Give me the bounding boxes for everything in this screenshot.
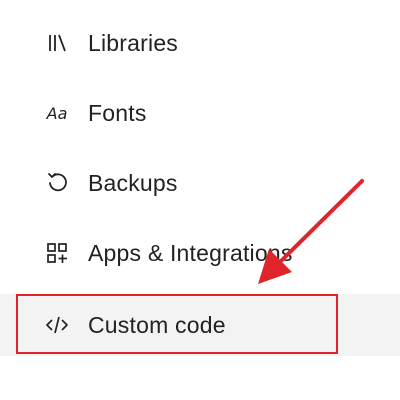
menu-item-label: Custom code xyxy=(88,311,226,338)
code-icon xyxy=(44,312,70,338)
apps-integrations-icon xyxy=(44,240,70,266)
fonts-icon: Aa xyxy=(44,100,70,126)
menu-item-label: Backups xyxy=(88,169,178,196)
menu-item-fonts[interactable]: Aa Fonts xyxy=(0,82,400,144)
menu-item-custom-code[interactable]: Custom code xyxy=(0,294,400,356)
menu-item-libraries[interactable]: Libraries xyxy=(0,12,400,74)
menu-item-apps-integrations[interactable]: Apps & Integrations xyxy=(0,222,400,284)
fonts-icon-text: Aa xyxy=(46,103,68,123)
menu-item-label: Apps & Integrations xyxy=(88,239,293,266)
backups-icon xyxy=(44,170,70,196)
menu-item-backups[interactable]: Backups xyxy=(0,152,400,214)
menu-item-label: Fonts xyxy=(88,99,147,126)
menu-item-label: Libraries xyxy=(88,29,179,56)
libraries-icon xyxy=(44,30,70,56)
